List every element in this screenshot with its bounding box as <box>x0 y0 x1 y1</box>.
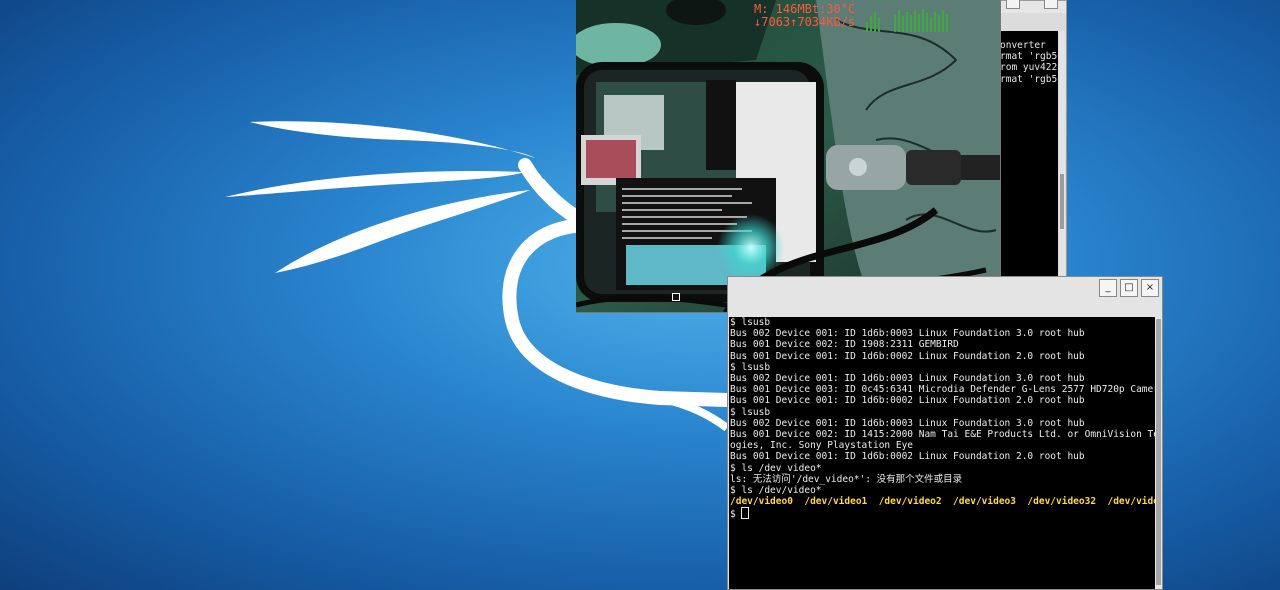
background-terminal-scrollbar[interactable] <box>1059 31 1065 299</box>
terminal-prompt-line[interactable]: $ <box>730 507 1155 520</box>
terminal-line: $ ls /dev_video* <box>730 462 822 474</box>
terminal-line: rmat 'rgb56 <box>1000 73 1058 85</box>
maximize-button[interactable] <box>1006 0 1020 9</box>
terminal-line: Bus 002 Device 001: ID 1d6b:0003 Linux F… <box>730 417 1085 429</box>
background-terminal-titlebar[interactable] <box>996 0 1066 13</box>
terminal-line: rom yuv422p <box>1000 62 1058 74</box>
background-terminal-window[interactable]: onverter rmat 'rgb56 rom yuv422p rmat 'rgb5… <box>995 0 1067 300</box>
camera-feed-image <box>576 0 1000 312</box>
terminal-line: $ lsusb <box>730 406 771 418</box>
terminal-line: $ lsusb <box>730 317 771 328</box>
terminal-line: ogies, Inc. Sony Playstation Eye <box>730 440 914 452</box>
close-button[interactable] <box>1044 0 1058 9</box>
terminal-window[interactable]: _ □ × $ lsusb Bus 002 Device 001: ID 1d6b… <box>727 276 1163 590</box>
terminal-line: Bus 001 Device 001: ID 1d6b:0002 Linux F… <box>730 350 1085 362</box>
terminal-scrollbar[interactable] <box>1155 317 1162 589</box>
text-cursor <box>741 507 750 520</box>
terminal-line: Bus 002 Device 001: ID 1d6b:0003 Linux F… <box>730 373 1085 385</box>
camera-preview-window[interactable]: M: 146MBt:30°C ↓7063↑7034KB/s <box>576 0 1001 313</box>
terminal-line: rmat 'rgb56 <box>1000 51 1058 63</box>
maximize-button[interactable]: □ <box>1120 279 1138 297</box>
terminal-line: ls: 无法访问'/dev_video*': 没有那个文件或目录 <box>730 473 963 485</box>
terminal-line: Bus 002 Device 001: ID 1d6b:0003 Linux F… <box>730 328 1085 340</box>
terminal-titlebar[interactable]: _ □ × <box>728 277 1162 317</box>
terminal-line: Bus 001 Device 001: ID 1d6b:0002 Linux F… <box>730 451 1085 463</box>
terminal-line: Bus 001 Device 003: ID 0c45:6341 Microdi… <box>730 384 1155 396</box>
terminal-line: $ lsusb <box>730 361 771 373</box>
close-button[interactable]: × <box>1141 279 1159 297</box>
terminal-line: Bus 001 Device 002: ID 1908:2311 GEMBIRD <box>730 339 959 351</box>
scrollbar-thumb[interactable] <box>1156 319 1161 585</box>
scrollbar-thumb[interactable] <box>1060 174 1064 229</box>
background-terminal-output: onverter rmat 'rgb56 rom yuv422p rmat 'rgb5… <box>1000 31 1058 299</box>
terminal-line: Bus 001 Device 001: ID 1d6b:0002 Linux F… <box>730 395 1085 407</box>
terminal-line: $ ls /dev/video* <box>730 485 822 497</box>
terminal-output[interactable]: $ lsusb Bus 002 Device 001: ID 1d6b:0003 … <box>729 317 1155 589</box>
terminal-line: onverter <box>1000 40 1046 51</box>
network-speed-overlay: ↓7063↑7034KB/s <box>754 15 856 29</box>
minimize-button[interactable]: _ <box>1099 279 1117 297</box>
resize-handle[interactable] <box>672 293 680 301</box>
shell-prompt: $ <box>730 509 742 521</box>
video-devices-listing: /dev/video0 /dev/video1 /dev/video2 /dev… <box>730 496 1155 508</box>
terminal-line: Bus 001 Device 002: ID 1415:2000 Nam Tai… <box>730 429 1155 441</box>
desktop: onverter rmat 'rgb56 rom yuv422p rmat 'rgb5… <box>0 0 1280 590</box>
